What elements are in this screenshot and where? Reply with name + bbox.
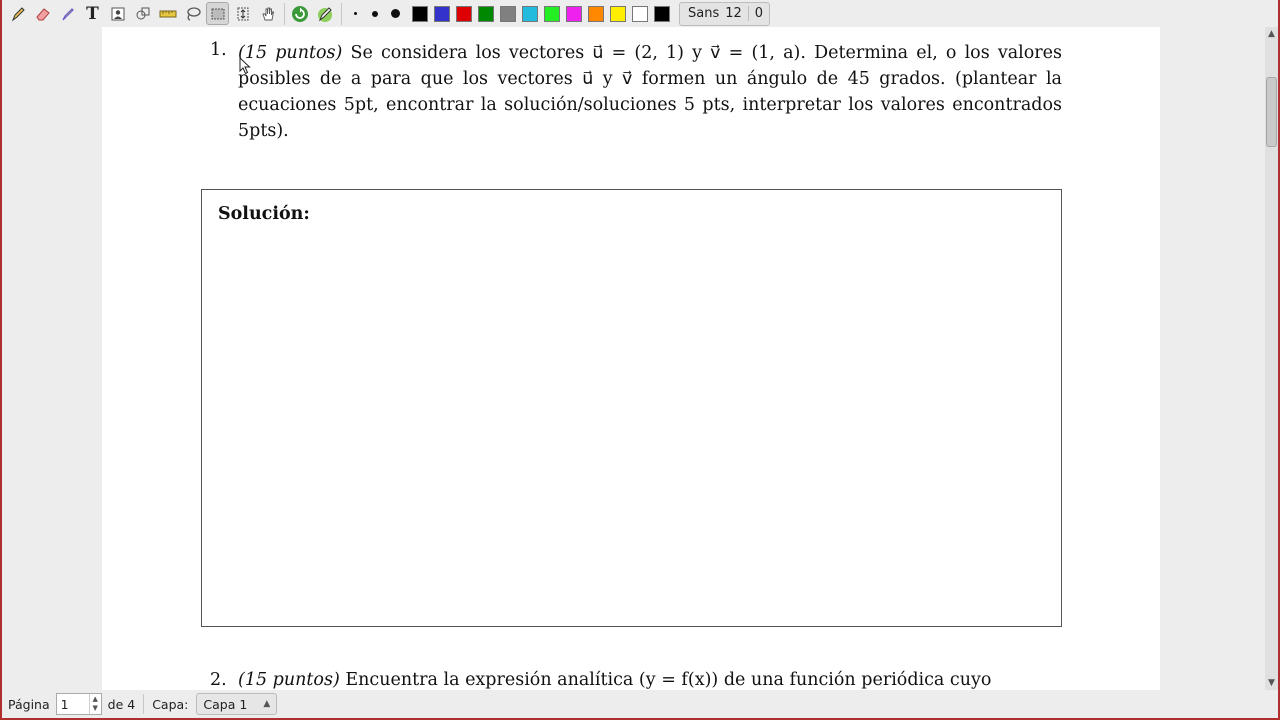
ruler-tool-button[interactable]: [156, 2, 179, 25]
dot-large-icon: [390, 9, 400, 18]
toolbar-separator: [284, 2, 285, 25]
scrollbar-thumb[interactable]: [1266, 77, 1277, 147]
scroll-down-icon[interactable]: ▼: [1265, 676, 1278, 690]
ruler-icon: [159, 10, 176, 17]
hand-icon: [261, 7, 274, 20]
problem-1-text: (15 puntos) Se considera los vectores u⃗…: [238, 40, 1062, 144]
page-spinner[interactable]: ▲ ▼: [88, 694, 101, 714]
text-icon: T: [86, 3, 99, 24]
dot-medium-icon: [372, 10, 378, 17]
highlighter-tool-button[interactable]: [56, 2, 79, 25]
color-swatch-8[interactable]: [566, 5, 582, 22]
color-swatch-4[interactable]: [478, 5, 494, 22]
color-swatch-10[interactable]: [610, 5, 626, 22]
status-bar: Página 1 ▲ ▼ de 4 Capa: Capa 1 ▲: [2, 690, 1278, 718]
shapes-icon: [136, 7, 149, 19]
pencil-icon: [11, 6, 25, 21]
problem-1-points: (15 puntos): [238, 43, 343, 63]
mouse-cursor-icon: [239, 57, 251, 75]
lasso-icon: [186, 6, 201, 21]
document-canvas[interactable]: 1. (15 puntos) Se considera los vectores…: [2, 27, 1265, 690]
font-name: Sans: [688, 6, 720, 21]
color-swatch-6[interactable]: [522, 5, 538, 22]
layer-label: Capa:: [152, 696, 189, 712]
color-swatch-2[interactable]: [434, 5, 450, 22]
total-pages-label: de 4: [107, 696, 136, 712]
solution-box[interactable]: Solución:: [201, 189, 1062, 627]
layer-value: Capa 1: [203, 696, 248, 712]
page-label: Página: [8, 696, 50, 712]
eraser-icon: [35, 7, 50, 20]
color-swatch-9[interactable]: [588, 5, 604, 22]
color-swatch-11[interactable]: [632, 5, 648, 22]
highlighter-icon: [61, 7, 74, 20]
page-number-value: 1: [60, 696, 69, 712]
spin-down-icon[interactable]: ▼: [92, 704, 97, 713]
shape-recognizer-button[interactable]: [131, 2, 154, 25]
color-swatch-7[interactable]: [544, 5, 560, 22]
statusbar-separator: [143, 694, 145, 714]
spin-up-icon[interactable]: ▲: [92, 695, 97, 704]
toolbar-separator: [341, 2, 342, 25]
solution-label: Solución:: [218, 204, 310, 224]
pen-settings-button[interactable]: [313, 2, 336, 25]
font-size: 12: [725, 6, 742, 21]
font-selector-button[interactable]: Sans 12 0: [679, 1, 771, 26]
problem-2-text: (15 puntos) Encuentra la expresión analí…: [238, 670, 1062, 690]
layer-select[interactable]: Capa 1 ▲: [196, 693, 278, 715]
problem-2-number: 2.: [210, 670, 227, 690]
color-swatch-3[interactable]: [456, 5, 472, 22]
thickness-thick-button[interactable]: [385, 2, 405, 25]
problem-1-number: 1.: [210, 40, 227, 60]
vertical-space-icon: [237, 7, 248, 20]
lasso-select-button[interactable]: [181, 2, 204, 25]
problem-2-points: (15 puntos): [238, 670, 340, 690]
thickness-fine-button[interactable]: [345, 2, 365, 25]
hand-tool-button[interactable]: [256, 2, 279, 25]
color-palette: [409, 5, 673, 22]
color-swatch-12[interactable]: [654, 5, 670, 22]
text-tool-button[interactable]: T: [81, 2, 104, 25]
problem-1-body: Se considera los vectores u⃗ = (2, 1) y …: [238, 43, 1062, 141]
vertical-scrollbar[interactable]: ▲ ▼: [1265, 27, 1278, 690]
default-tool-button[interactable]: [288, 2, 311, 25]
problem-2-body: Encuentra la expresión analítica (y = f(…: [339, 670, 992, 690]
rect-select-button[interactable]: [206, 2, 229, 25]
color-swatch-5[interactable]: [500, 5, 516, 22]
scroll-up-icon[interactable]: ▲: [1265, 27, 1278, 41]
image-icon: [111, 7, 124, 20]
page-number-input[interactable]: 1 ▲ ▼: [55, 693, 102, 715]
pen-tool-button[interactable]: [6, 2, 29, 25]
color-swatch-1[interactable]: [412, 5, 428, 22]
image-tool-button[interactable]: [106, 2, 129, 25]
pen-settings-icon: [317, 6, 332, 22]
thickness-medium-button[interactable]: [365, 2, 385, 25]
refresh-icon: [291, 5, 308, 22]
rect-select-icon: [211, 8, 224, 19]
dot-small-icon: [353, 12, 357, 15]
font-extra-value: 0: [747, 6, 769, 21]
toolbar: T Sans 12 0: [2, 0, 1278, 27]
vertical-space-button[interactable]: [231, 2, 254, 25]
page[interactable]: 1. (15 puntos) Se considera los vectores…: [102, 27, 1160, 690]
chevron-down-icon: ▲: [263, 699, 271, 709]
eraser-tool-button[interactable]: [31, 2, 54, 25]
